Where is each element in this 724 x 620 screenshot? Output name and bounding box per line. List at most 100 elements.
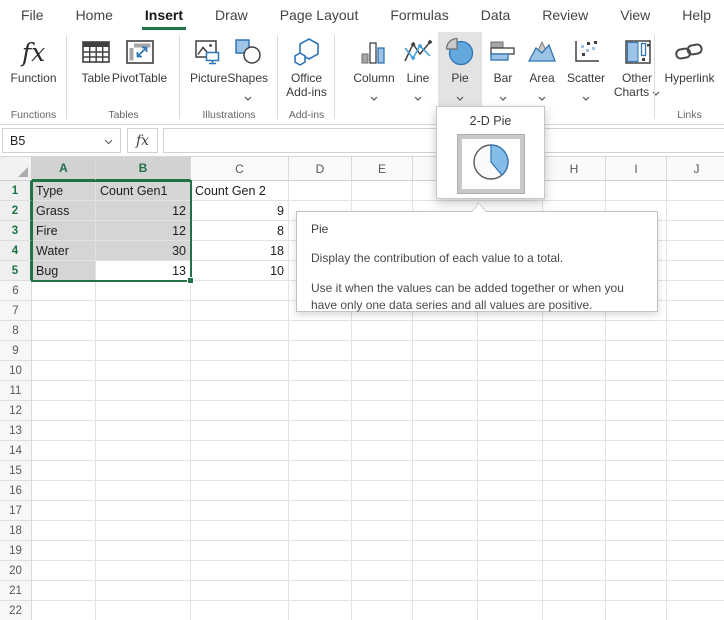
cell-G8[interactable] (478, 321, 543, 341)
column-header-E[interactable]: E (352, 157, 413, 181)
cell-H1[interactable] (543, 181, 606, 201)
cell-J10[interactable] (667, 361, 724, 381)
tab-help[interactable]: Help (666, 0, 724, 30)
cell-E22[interactable] (352, 601, 413, 620)
cell-E14[interactable] (352, 441, 413, 461)
cell-J16[interactable] (667, 481, 724, 501)
row-header-17[interactable]: 17 (0, 501, 32, 521)
cell-A7[interactable] (32, 301, 96, 321)
cell-I15[interactable] (606, 461, 667, 481)
cell-F18[interactable] (413, 521, 478, 541)
cell-A4[interactable]: Water (32, 241, 96, 261)
cell-B16[interactable] (96, 481, 191, 501)
cell-C17[interactable] (191, 501, 289, 521)
cell-J19[interactable] (667, 541, 724, 561)
cell-F16[interactable] (413, 481, 478, 501)
cell-B12[interactable] (96, 401, 191, 421)
cell-J14[interactable] (667, 441, 724, 461)
column-header-J[interactable]: J (667, 157, 724, 181)
cell-C2[interactable]: 9 (191, 201, 289, 221)
cell-I9[interactable] (606, 341, 667, 361)
cell-J4[interactable] (667, 241, 724, 261)
cell-D19[interactable] (289, 541, 352, 561)
picture-button[interactable]: Picture (190, 32, 227, 106)
cell-D16[interactable] (289, 481, 352, 501)
cell-B6[interactable] (96, 281, 191, 301)
row-header-1[interactable]: 1 (0, 181, 32, 201)
row-header-19[interactable]: 19 (0, 541, 32, 561)
chevron-down-icon[interactable] (104, 134, 113, 148)
cell-B17[interactable] (96, 501, 191, 521)
cell-J7[interactable] (667, 301, 724, 321)
cell-B3[interactable]: 12 (96, 221, 191, 241)
cell-A3[interactable]: Fire (32, 221, 96, 241)
cell-E1[interactable] (352, 181, 413, 201)
cell-A20[interactable] (32, 561, 96, 581)
cell-H18[interactable] (543, 521, 606, 541)
cell-J11[interactable] (667, 381, 724, 401)
cell-D10[interactable] (289, 361, 352, 381)
cell-E10[interactable] (352, 361, 413, 381)
cell-H21[interactable] (543, 581, 606, 601)
cell-I8[interactable] (606, 321, 667, 341)
cell-B8[interactable] (96, 321, 191, 341)
cell-F19[interactable] (413, 541, 478, 561)
tab-draw[interactable]: Draw (199, 0, 264, 30)
cell-C6[interactable] (191, 281, 289, 301)
cell-D11[interactable] (289, 381, 352, 401)
insert-function-button[interactable]: fx (127, 128, 158, 153)
cell-C20[interactable] (191, 561, 289, 581)
row-header-15[interactable]: 15 (0, 461, 32, 481)
cell-H17[interactable] (543, 501, 606, 521)
fill-handle[interactable] (187, 277, 194, 284)
cell-G10[interactable] (478, 361, 543, 381)
name-box[interactable]: B5 (2, 128, 121, 153)
cell-D15[interactable] (289, 461, 352, 481)
cell-E20[interactable] (352, 561, 413, 581)
row-header-12[interactable]: 12 (0, 401, 32, 421)
cell-I22[interactable] (606, 601, 667, 620)
cell-E13[interactable] (352, 421, 413, 441)
cell-A10[interactable] (32, 361, 96, 381)
cell-H12[interactable] (543, 401, 606, 421)
cell-J2[interactable] (667, 201, 724, 221)
cell-D13[interactable] (289, 421, 352, 441)
cell-I14[interactable] (606, 441, 667, 461)
cell-F11[interactable] (413, 381, 478, 401)
hyperlink-button[interactable]: Hyperlink (664, 32, 714, 106)
function-button[interactable]: fx Function (10, 32, 56, 106)
cell-E8[interactable] (352, 321, 413, 341)
cell-J1[interactable] (667, 181, 724, 201)
cell-J9[interactable] (667, 341, 724, 361)
cell-E17[interactable] (352, 501, 413, 521)
cell-C16[interactable] (191, 481, 289, 501)
cell-B22[interactable] (96, 601, 191, 620)
cell-H22[interactable] (543, 601, 606, 620)
cell-G16[interactable] (478, 481, 543, 501)
cell-G13[interactable] (478, 421, 543, 441)
cell-A6[interactable] (32, 281, 96, 301)
cell-C22[interactable] (191, 601, 289, 620)
cell-H16[interactable] (543, 481, 606, 501)
cell-B9[interactable] (96, 341, 191, 361)
cell-A8[interactable] (32, 321, 96, 341)
cell-J21[interactable] (667, 581, 724, 601)
cell-I11[interactable] (606, 381, 667, 401)
pivottable-button[interactable]: PivotTable (112, 32, 167, 106)
cell-C13[interactable] (191, 421, 289, 441)
cell-F15[interactable] (413, 461, 478, 481)
cell-F8[interactable] (413, 321, 478, 341)
cell-C15[interactable] (191, 461, 289, 481)
cell-J15[interactable] (667, 461, 724, 481)
column-header-D[interactable]: D (289, 157, 352, 181)
cell-F17[interactable] (413, 501, 478, 521)
cell-H20[interactable] (543, 561, 606, 581)
cell-B5[interactable]: 13 (96, 261, 191, 281)
cell-G22[interactable] (478, 601, 543, 620)
table-button[interactable]: Table (80, 32, 112, 106)
cell-A13[interactable] (32, 421, 96, 441)
cell-I1[interactable] (606, 181, 667, 201)
cell-C19[interactable] (191, 541, 289, 561)
column-header-C[interactable]: C (191, 157, 289, 181)
cell-D1[interactable] (289, 181, 352, 201)
